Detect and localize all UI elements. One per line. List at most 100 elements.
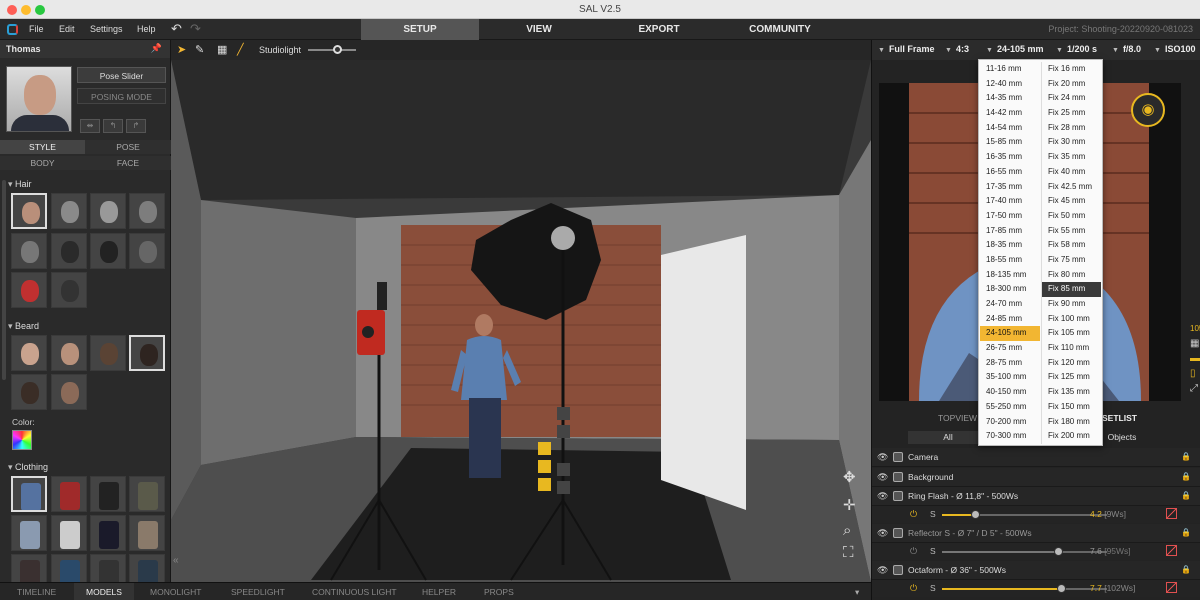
histogram-icon[interactable]: ▬ [1190, 353, 1200, 364]
zoom-lens-option[interactable]: 18-135 mm [980, 268, 1040, 283]
collapse-bottom-icon[interactable]: ▾ [855, 583, 859, 600]
zoom-icon[interactable]: ⌕ [843, 522, 851, 539]
clothing-section-title[interactable]: Clothing [8, 462, 48, 473]
zoom-lens-option[interactable]: 24-70 mm [980, 297, 1040, 312]
pose-slider-button[interactable]: Pose Slider [77, 67, 166, 83]
tab-speedlight[interactable]: SPEEDLIGHT [231, 583, 285, 600]
zoom-lens-option[interactable]: 17-40 mm [980, 194, 1040, 209]
prime-lens-option[interactable]: Fix 120 mm [1042, 356, 1101, 371]
tab-models[interactable]: MODELS [74, 583, 134, 600]
posing-mode-button[interactable]: POSING MODE [77, 88, 166, 104]
clothing-option[interactable] [51, 515, 87, 551]
hair-option[interactable] [51, 272, 87, 308]
hair-option[interactable] [90, 193, 126, 229]
iso-select[interactable]: ▼ ISO100 [1154, 44, 1195, 54]
tab-setlist[interactable]: SETLIST [1102, 411, 1137, 425]
prime-lens-option[interactable]: Fix 110 mm [1042, 341, 1101, 356]
hair-option[interactable] [11, 272, 47, 308]
select-cursor-icon[interactable]: ➤ [177, 43, 186, 56]
menu-file[interactable]: File [29, 24, 44, 34]
tab-helper[interactable]: HELPER [422, 583, 456, 600]
clothing-option[interactable] [51, 476, 87, 512]
prime-lens-option[interactable]: Fix 80 mm [1042, 268, 1101, 283]
zoom-lens-option[interactable]: 35-100 mm [980, 370, 1040, 385]
capture-camera-icon[interactable]: ◉ [1131, 93, 1165, 127]
tab-monolight[interactable]: MONOLIGHT [150, 583, 201, 600]
zoom-lens-option[interactable]: 14-42 mm [980, 106, 1040, 121]
pose-right-icon[interactable]: ↱ [126, 119, 146, 133]
prime-lens-option[interactable]: Fix 50 mm [1042, 209, 1101, 224]
visibility-eye-icon[interactable]: 👁 [877, 452, 888, 463]
tab-props[interactable]: PROPS [484, 583, 514, 600]
prime-lens-option[interactable]: Fix 100 mm [1042, 312, 1101, 327]
prime-lens-option[interactable]: Fix 55 mm [1042, 224, 1101, 239]
3d-viewport[interactable]: ➤ ✎ ▦ ╱ Studiolight ✥ ✛ ⌕ ⛶ « [171, 40, 871, 582]
prime-lens-option[interactable]: Fix 105 mm [1042, 326, 1101, 341]
prime-lens-option[interactable]: Fix 20 mm [1042, 77, 1101, 92]
octaform-power-slider[interactable] [942, 584, 1107, 593]
reflector-power-slider[interactable] [942, 547, 1107, 556]
lock-icon[interactable]: 🔒 [1181, 491, 1191, 500]
octabox-strobe[interactable] [551, 226, 575, 250]
zoom-lens-option[interactable]: 17-85 mm [980, 224, 1040, 239]
zoom-lens-option[interactable]: 18-35 mm [980, 238, 1040, 253]
shutter-select[interactable]: ▼ 1/200 s [1056, 44, 1097, 54]
hair-option[interactable] [51, 193, 87, 229]
beard-option[interactable] [51, 335, 87, 371]
beard-option[interactable] [129, 335, 165, 371]
prime-lens-option[interactable]: Fix 90 mm [1042, 297, 1101, 312]
prime-lens-option[interactable]: Fix 16 mm [1042, 62, 1101, 77]
tab-timeline[interactable]: TIMELINE [17, 583, 56, 600]
tab-face[interactable]: FACE [85, 156, 171, 170]
beard-section-title[interactable]: Beard [8, 321, 39, 332]
lock-icon[interactable]: 🔒 [1181, 472, 1191, 481]
hair-section-title[interactable]: Hair [8, 179, 32, 190]
prime-lens-option[interactable]: Fix 40 mm [1042, 165, 1101, 180]
setlist-row-octaform[interactable]: 👁 Octaform - Ø 36" - 500Ws 🔒 [872, 561, 1200, 580]
setlist-row-ring-flash[interactable]: 👁 Ring Flash - Ø 11,8" - 500Ws 🔒 [872, 487, 1200, 506]
grid-icon[interactable]: ▦ [217, 43, 227, 56]
hair-option[interactable] [90, 233, 126, 269]
prime-lens-option[interactable]: Fix 25 mm [1042, 106, 1101, 121]
tab-community[interactable]: COMMUNITY [720, 19, 840, 40]
clothing-option[interactable] [129, 515, 165, 551]
reflector-light[interactable] [377, 282, 387, 310]
tab-body[interactable]: BODY [0, 156, 85, 170]
tab-style[interactable]: STYLE [0, 140, 85, 154]
clothing-option[interactable] [11, 515, 47, 551]
no-modifier-icon[interactable] [1166, 582, 1177, 593]
grid-overlay-icon[interactable]: ▦ [1190, 338, 1199, 349]
menu-edit[interactable]: Edit [59, 24, 75, 34]
collapse-left-icon[interactable]: « [173, 555, 179, 566]
aperture-select[interactable]: ▼ f/8.0 [1112, 44, 1141, 54]
power-icon[interactable]: ⏻ [910, 546, 917, 557]
clothing-option[interactable] [129, 476, 165, 512]
tab-view[interactable]: VIEW [480, 19, 598, 40]
prime-lens-option[interactable]: Fix 45 mm [1042, 194, 1101, 209]
zoom-lens-option[interactable]: 70-200 mm [980, 415, 1040, 430]
visibility-eye-icon[interactable]: 👁 [877, 491, 888, 502]
studiolight-slider-knob[interactable] [332, 45, 342, 54]
zoom-lens-option[interactable]: 26-75 mm [980, 341, 1040, 356]
menu-settings[interactable]: Settings [90, 24, 123, 34]
zoom-lens-option[interactable]: 12-40 mm [980, 77, 1040, 92]
hair-option[interactable] [11, 193, 47, 229]
expand-icon[interactable]: ⤢ [1190, 383, 1198, 394]
zoom-lens-option[interactable]: 17-50 mm [980, 209, 1040, 224]
reflector-panel[interactable] [661, 235, 746, 510]
color-picker-swatch[interactable] [12, 430, 32, 450]
clothing-option[interactable] [11, 476, 47, 512]
studiolight-slider[interactable] [308, 45, 356, 54]
hair-option[interactable] [51, 233, 87, 269]
pan-icon[interactable]: ✛ [843, 496, 856, 514]
zoom-lens-option[interactable]: 16-35 mm [980, 150, 1040, 165]
beard-option[interactable] [90, 335, 126, 371]
zoom-lens-option[interactable]: 28-75 mm [980, 356, 1040, 371]
prime-lens-option[interactable]: Fix 135 mm [1042, 385, 1101, 400]
clothing-option[interactable] [90, 476, 126, 512]
prime-lens-option[interactable]: Fix 58 mm [1042, 238, 1101, 253]
zoom-lens-option[interactable]: 24-85 mm [980, 312, 1040, 327]
no-modifier-icon[interactable] [1166, 545, 1177, 556]
zoom-lens-option[interactable]: 40-150 mm [980, 385, 1040, 400]
panel-scrollbar[interactable] [2, 180, 6, 380]
